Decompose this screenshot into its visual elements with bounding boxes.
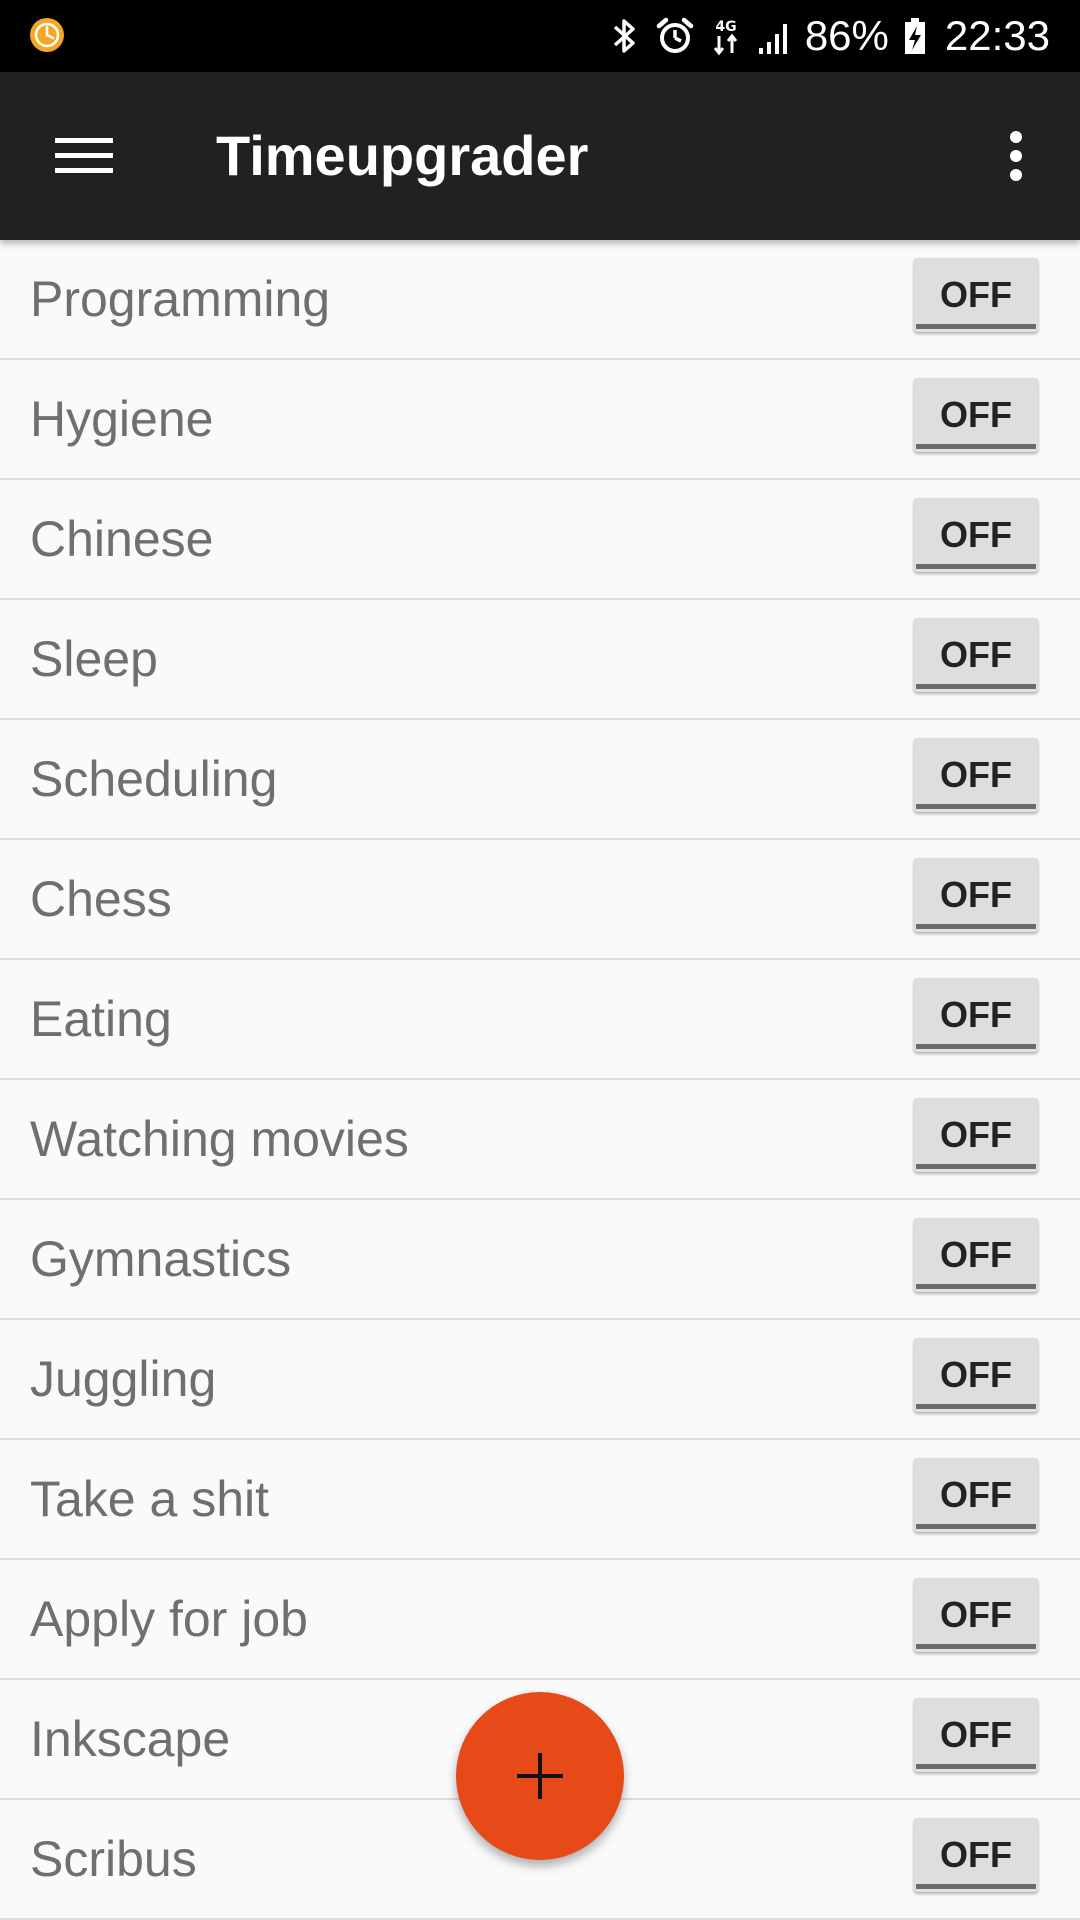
- activity-name: Programming: [30, 271, 331, 327]
- list-item: Juggling OFF: [0, 1320, 1080, 1440]
- add-activity-fab[interactable]: [456, 1692, 624, 1860]
- activity-name: Take a shit: [30, 1471, 270, 1527]
- activity-name: Scribus: [30, 1831, 197, 1887]
- signal-icon: [758, 24, 787, 54]
- activity-toggle-button[interactable]: OFF: [914, 858, 1038, 932]
- hamburger-menu-icon: [55, 138, 113, 173]
- activity-toggle-button[interactable]: OFF: [914, 1218, 1038, 1292]
- toggle-state: OFF: [940, 1234, 1012, 1275]
- list-item: Sleep OFF: [0, 600, 1080, 720]
- activity-toggle-button[interactable]: OFF: [914, 1818, 1038, 1892]
- activity-name: Apply for job: [30, 1591, 308, 1647]
- activity-list: Programming OFF Hygiene OFF Chinese OFF …: [0, 240, 1080, 1920]
- activity-toggle-button[interactable]: OFF: [914, 1698, 1038, 1772]
- more-vert-icon: [1010, 131, 1022, 181]
- toggle-state: OFF: [940, 1594, 1012, 1635]
- toggle-state: OFF: [940, 1834, 1012, 1875]
- overflow-menu-button[interactable]: [976, 116, 1056, 196]
- menu-button[interactable]: [40, 116, 128, 196]
- list-item: Take a shit OFF: [0, 1440, 1080, 1560]
- activity-toggle-button[interactable]: OFF: [914, 498, 1038, 572]
- alarm-icon: [656, 17, 694, 53]
- battery-percent: 86%: [804, 12, 889, 59]
- status-bar: 4G 86% 22:33: [0, 0, 1080, 72]
- activity-name: Scheduling: [30, 751, 278, 807]
- activity-toggle-button[interactable]: OFF: [914, 618, 1038, 692]
- toggle-state: OFF: [940, 1714, 1012, 1755]
- activity-name: Eating: [30, 991, 172, 1047]
- list-item: Apply for job OFF: [0, 1560, 1080, 1680]
- app-bar: Timeupgrader: [0, 72, 1080, 240]
- activity-name: Juggling: [30, 1351, 217, 1407]
- 4g-data-icon: 4G: [713, 19, 737, 56]
- activity-toggle-button[interactable]: OFF: [914, 258, 1038, 332]
- activity-toggle-button[interactable]: OFF: [914, 1458, 1038, 1532]
- toggle-state: OFF: [940, 274, 1012, 315]
- toggle-state: OFF: [940, 634, 1012, 675]
- activity-toggle-button[interactable]: OFF: [914, 978, 1038, 1052]
- bluetooth-icon: [613, 19, 635, 53]
- toggle-state: OFF: [940, 874, 1012, 915]
- list-item: Gymnastics OFF: [0, 1200, 1080, 1320]
- activity-name: Watching movies: [30, 1111, 409, 1167]
- list-item: Eating OFF: [0, 960, 1080, 1080]
- list-item: Programming OFF: [0, 240, 1080, 360]
- toggle-state: OFF: [940, 514, 1012, 555]
- toggle-state: OFF: [940, 1114, 1012, 1155]
- plus-icon: [517, 1753, 563, 1799]
- activity-toggle-button[interactable]: OFF: [914, 1098, 1038, 1172]
- list-item: Hygiene OFF: [0, 360, 1080, 480]
- status-time: 22:33: [944, 12, 1050, 59]
- app-title: Timeupgrader: [216, 124, 589, 187]
- activity-toggle-button[interactable]: OFF: [914, 378, 1038, 452]
- app-notification-icon: [30, 18, 64, 52]
- toggle-state: OFF: [940, 994, 1012, 1035]
- activity-name: Sleep: [30, 631, 158, 687]
- activity-name: Chinese: [30, 511, 214, 567]
- activity-name: Hygiene: [30, 391, 214, 447]
- toggle-state: OFF: [940, 1354, 1012, 1395]
- toggle-state: OFF: [940, 1474, 1012, 1515]
- list-item: Scheduling OFF: [0, 720, 1080, 840]
- activity-name: Gymnastics: [30, 1231, 292, 1287]
- list-item: Watching movies OFF: [0, 1080, 1080, 1200]
- activity-toggle-button[interactable]: OFF: [914, 738, 1038, 812]
- activity-toggle-button[interactable]: OFF: [914, 1578, 1038, 1652]
- toggle-state: OFF: [940, 754, 1012, 795]
- svg-text:4G: 4G: [715, 19, 736, 35]
- activity-name: Inkscape: [30, 1711, 231, 1767]
- activity-toggle-button[interactable]: OFF: [914, 1338, 1038, 1412]
- list-item: Chinese OFF: [0, 480, 1080, 600]
- list-item: Chess OFF: [0, 840, 1080, 960]
- battery-charging-icon: [904, 18, 925, 54]
- toggle-state: OFF: [940, 394, 1012, 435]
- activity-name: Chess: [30, 871, 172, 927]
